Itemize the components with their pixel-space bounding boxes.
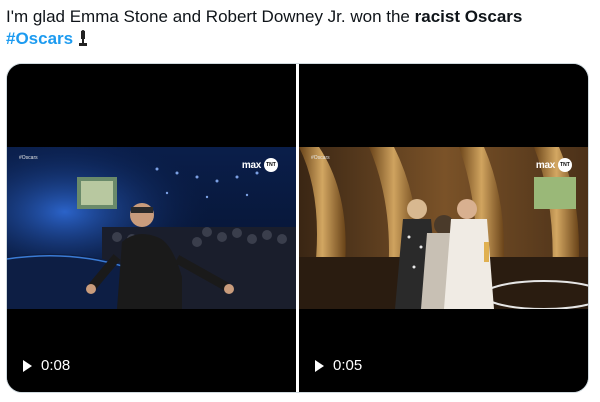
tnt-logo: TNT (558, 158, 572, 172)
video-thumbnail-1: #Oscars max TNT (7, 147, 296, 309)
broadcaster-logo: max TNT (242, 158, 278, 172)
video-duration: 0:05 (333, 357, 363, 374)
tweet-text: I'm glad Emma Stone and Robert Downey Jr… (6, 6, 596, 50)
tweet-text-body: I'm glad Emma Stone and Robert Downey Jr… (6, 7, 415, 26)
media-grid: #Oscars max TNT 0:08 #Oscars max TNT 0:0… (6, 63, 589, 393)
video-player-2[interactable]: #Oscars max TNT 0:05 (299, 64, 588, 392)
video-controls-1[interactable]: 0:08 (23, 357, 70, 374)
broadcaster-logo: max TNT (536, 158, 572, 172)
play-icon[interactable] (23, 359, 32, 372)
hashtag-link[interactable]: #Oscars (6, 29, 73, 48)
video-player-1[interactable]: #Oscars max TNT 0:08 (7, 64, 296, 392)
max-logo: max (241, 159, 261, 171)
tnt-logo: TNT (264, 158, 278, 172)
play-icon[interactable] (315, 359, 324, 372)
video-thumbnail-2: #Oscars max TNT (299, 147, 588, 309)
trophy-emoji-icon (79, 30, 88, 46)
broadcast-hashtag: #Oscars (19, 155, 38, 161)
video-controls-2[interactable]: 0:05 (315, 357, 362, 374)
broadcast-hashtag: #Oscars (311, 155, 330, 161)
tweet-text-emphasis: racist Oscars (414, 7, 523, 26)
max-logo: max (535, 159, 555, 171)
video-duration: 0:08 (41, 357, 71, 374)
